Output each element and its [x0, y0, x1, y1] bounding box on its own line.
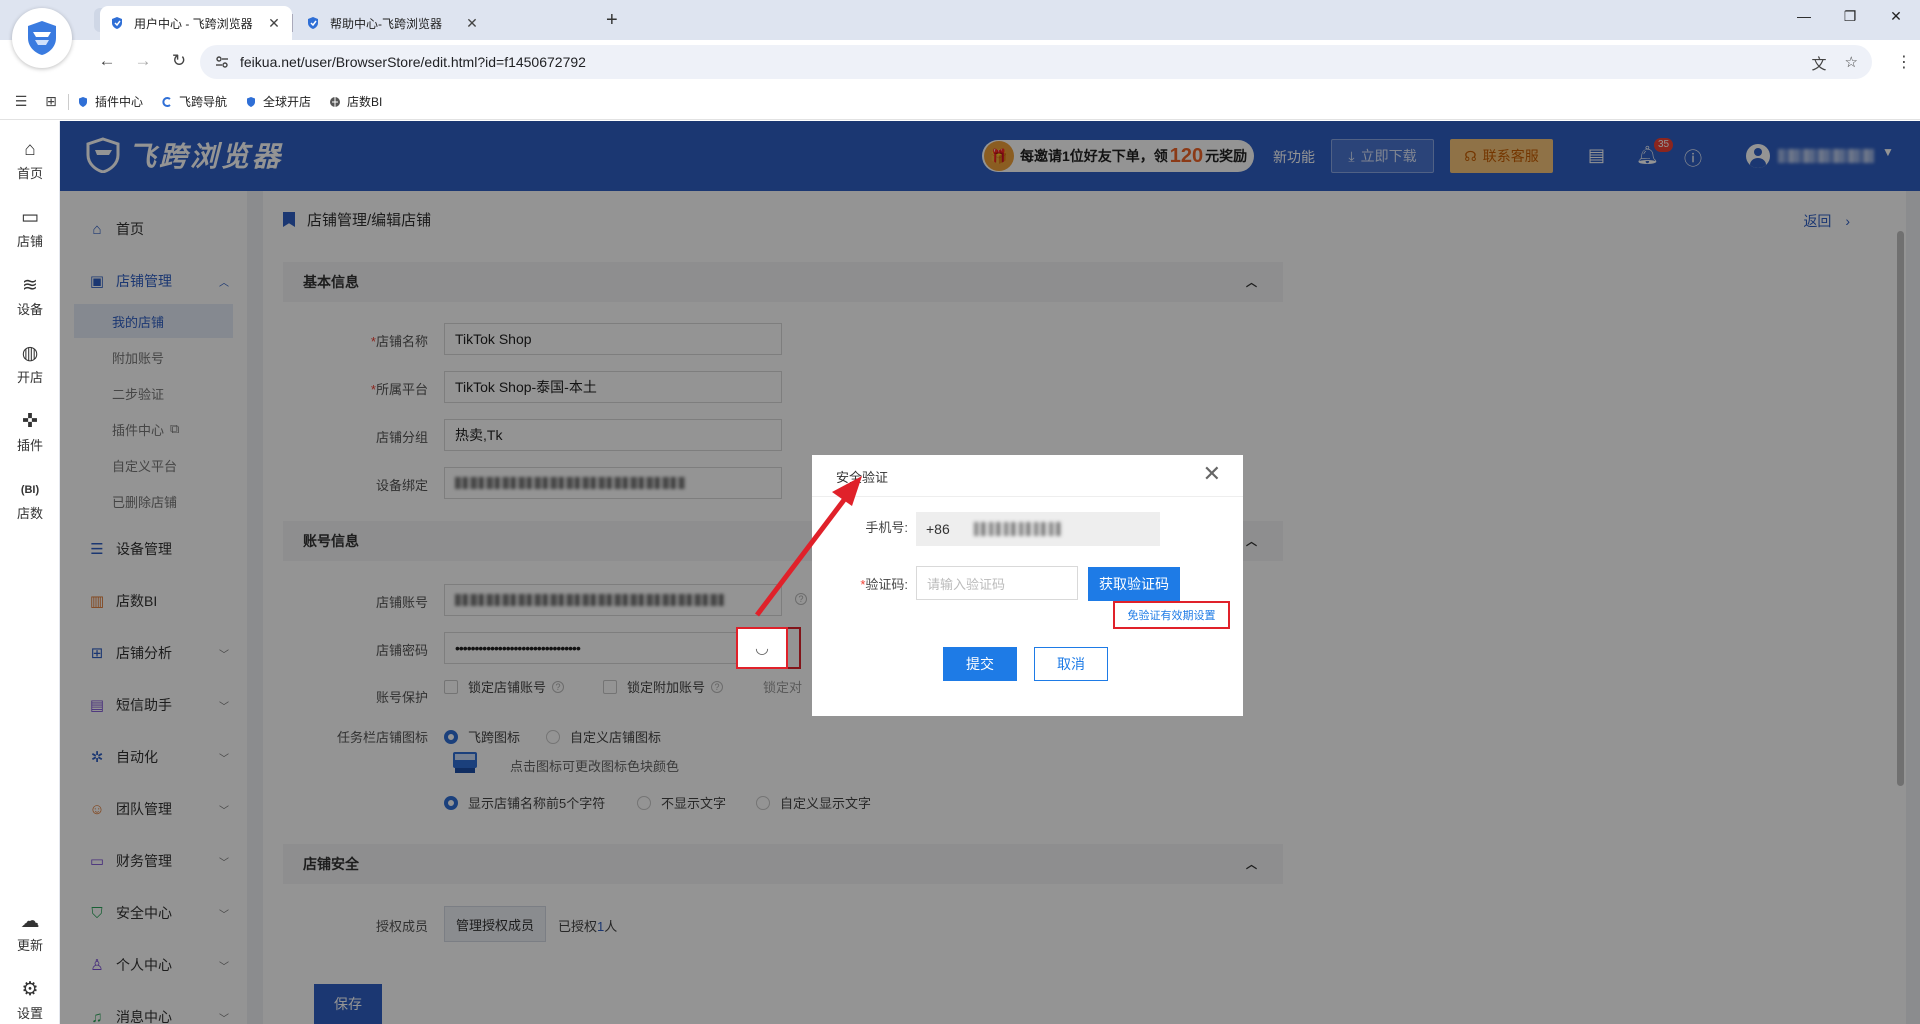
bookmark-feikua-nav[interactable]: 飞跨导航	[161, 93, 227, 110]
rail-item-update[interactable]: ☁ 更新	[0, 911, 60, 954]
shield-icon	[79, 96, 87, 107]
rail-label: 开店	[16, 370, 43, 385]
tab-title: 帮助中心-飞跨浏览器	[330, 16, 442, 31]
c-logo-icon	[162, 96, 171, 107]
site-info-icon[interactable]	[214, 54, 230, 70]
rail-label: 更新	[16, 938, 43, 953]
bookmark-label: 全球开店	[263, 95, 312, 109]
browser-tab-help-center[interactable]: 帮助中心-飞跨浏览器 ✕	[296, 6, 490, 40]
home-icon: ⌂	[24, 139, 36, 160]
translate-icon[interactable]: 文	[1812, 53, 1827, 74]
phone-redacted	[973, 522, 1062, 536]
verification-code-input[interactable]: 请输入验证码	[916, 566, 1078, 600]
bi-icon: (BI)	[20, 484, 40, 496]
bookmark-label: 插件中心	[95, 95, 144, 109]
rail-item-settings[interactable]: ⚙ 设置	[0, 979, 60, 1022]
address-bar-row: ← → ↻ feikua.net/user/BrowserStore/edit.…	[0, 40, 1920, 84]
dialog-divider	[812, 496, 1243, 497]
restore-icon[interactable]: ❐	[1830, 8, 1870, 25]
tab-title: 用户中心 - 飞跨浏览器	[134, 16, 253, 31]
rail-label: 设备	[16, 302, 43, 317]
rail-label: 店铺	[16, 234, 43, 249]
sidebar-toggle-icon[interactable]: ☰	[12, 93, 30, 110]
url-omnibox[interactable]: feikua.net/user/BrowserStore/edit.html?i…	[200, 45, 1872, 79]
phone-label: 手机号:	[865, 520, 908, 535]
rail-label: 店数	[16, 506, 43, 521]
rail-item-home[interactable]: ⌂ 首页	[0, 139, 60, 182]
browser-logo[interactable]	[12, 8, 72, 68]
submit-button[interactable]: 提交	[943, 647, 1017, 681]
back-arrow-icon[interactable]: ←	[96, 51, 118, 71]
new-tab-button[interactable]: +	[606, 9, 618, 31]
dialog-title: 安全验证	[836, 470, 889, 485]
shield-icon	[247, 96, 256, 107]
forward-arrow-icon[interactable]: →	[132, 51, 154, 71]
globe-icon	[330, 96, 341, 107]
validity-settings-link[interactable]: 免验证有效期设置	[1113, 601, 1230, 629]
browser-tab-user-center[interactable]: 用户中心 - 飞跨浏览器 ✕	[100, 6, 292, 40]
shield-favicon-icon	[308, 17, 318, 29]
minimize-icon[interactable]: —	[1784, 8, 1824, 24]
code-label: *验证码:	[860, 577, 908, 592]
close-tab-icon[interactable]: ✕	[266, 15, 282, 32]
phone-field: +86	[916, 512, 1160, 546]
puzzle-icon: ✜	[22, 411, 38, 432]
highlighted-eye-toggle[interactable]: ◡	[736, 627, 788, 669]
feikua-shield-icon	[28, 21, 56, 55]
icon-rail: ⌂ 首页 ▭ 店铺 ≋ 设备 ◍ 开店 ✜ 插件 (BI) 店数 ☁ 更新 ⚙ …	[0, 121, 60, 1024]
bookmark-dianshu-bi[interactable]: 店数BI	[329, 93, 382, 110]
cloud-icon: ☁	[20, 911, 40, 932]
planet-icon: ◍	[21, 343, 39, 364]
bookmark-plugin-center[interactable]: 插件中心	[77, 93, 143, 110]
get-code-button[interactable]: 获取验证码	[1088, 567, 1180, 601]
reload-icon[interactable]: ↻	[168, 51, 190, 71]
bookmark-label: 店数BI	[347, 95, 383, 109]
phone-prefix: +86	[926, 521, 950, 537]
rail-item-device[interactable]: ≋ 设备	[0, 275, 60, 318]
rail-item-store[interactable]: ▭ 店铺	[0, 207, 60, 250]
shield-favicon-icon	[112, 17, 122, 29]
code-placeholder: 请输入验证码	[927, 576, 1006, 592]
layers-icon: ≋	[22, 275, 38, 296]
gear-icon: ⚙	[21, 979, 39, 1000]
eye-closed-icon: ◡	[755, 640, 769, 657]
browser-tab-bar: ⌄ 用户中心 - 飞跨浏览器 ✕ 帮助中心-飞跨浏览器 ✕ + — ❐ ✕	[0, 0, 1920, 40]
bookmarks-bar: ☰ ⊞ 插件中心 飞跨导航 全球开店 店数BI	[0, 84, 1920, 120]
security-verify-dialog: 安全验证 ✕ 手机号: +86 *验证码: 请输入验证码 获取验证码 免验证有效…	[812, 455, 1243, 716]
close-window-icon[interactable]: ✕	[1876, 8, 1916, 25]
bookmark-separator	[68, 93, 69, 110]
rail-item-open-store[interactable]: ◍ 开店	[0, 343, 60, 386]
apps-grid-icon[interactable]: ⊞	[42, 93, 60, 110]
rail-label: 设置	[16, 1006, 43, 1021]
close-tab-icon[interactable]: ✕	[464, 15, 480, 32]
browser-menu-icon[interactable]: ⋮	[1896, 52, 1912, 72]
store-icon: ▭	[21, 207, 39, 228]
rail-item-bi[interactable]: (BI) 店数	[0, 479, 60, 522]
rail-item-plugin[interactable]: ✜ 插件	[0, 411, 60, 454]
tab-separator	[292, 14, 293, 32]
bookmark-label: 飞跨导航	[179, 95, 228, 109]
rail-label: 插件	[16, 438, 43, 453]
rail-label: 首页	[16, 166, 43, 181]
close-icon[interactable]: ✕	[1203, 461, 1221, 487]
bookmark-star-icon[interactable]: ☆	[1845, 53, 1858, 74]
url-text: feikua.net/user/BrowserStore/edit.html?i…	[240, 54, 586, 70]
cancel-button[interactable]: 取消	[1034, 647, 1108, 681]
bookmark-global-store[interactable]: 全球开店	[245, 93, 311, 110]
